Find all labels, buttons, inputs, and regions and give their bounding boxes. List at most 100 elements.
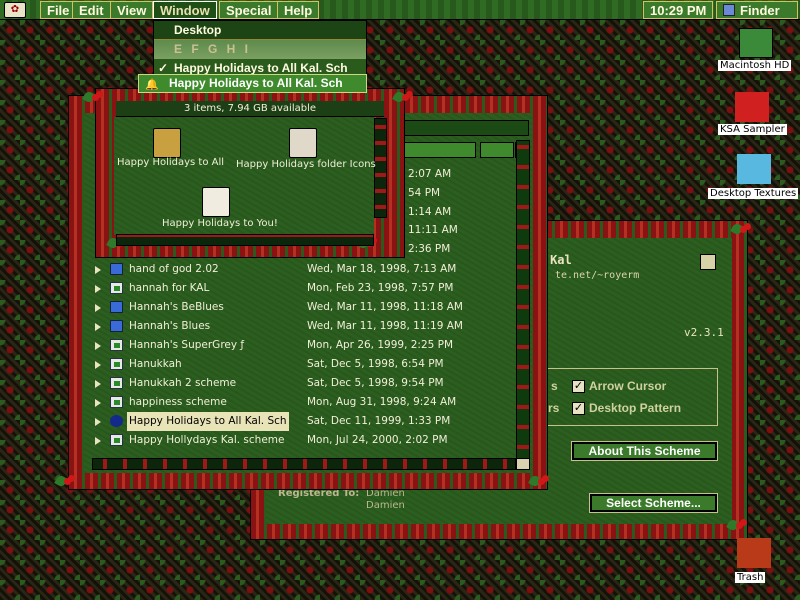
ksa-sampler-icon[interactable] xyxy=(735,92,769,122)
document-icon[interactable] xyxy=(110,339,123,351)
document-icon[interactable] xyxy=(110,434,123,446)
disclosure-triangle-icon[interactable] xyxy=(95,285,101,293)
folder-icon[interactable] xyxy=(110,301,123,313)
menu-view[interactable]: View xyxy=(110,1,154,19)
list-row[interactable]: Hanukkah 2 scheme Sat, Dec 5, 1998, 9:54 … xyxy=(92,374,522,393)
desktop-icon-label[interactable]: Macintosh HD xyxy=(718,60,792,71)
happy-holidays-to-you-icon[interactable] xyxy=(202,187,230,217)
select-scheme-button[interactable]: Select Scheme... xyxy=(589,493,718,513)
bell-icon: 🔔 xyxy=(145,79,159,91)
file-label[interactable]: Happy Holidays to All xyxy=(117,157,224,168)
folder-horizontal-scrollbar[interactable] xyxy=(116,234,374,246)
row-name[interactable]: Hanukkah xyxy=(129,355,182,374)
option-prefix: rs xyxy=(548,401,560,415)
file-label[interactable]: Happy Holidays folder Icons xyxy=(236,159,376,170)
menu-item-desktop[interactable]: Desktop xyxy=(154,21,366,40)
document-icon[interactable] xyxy=(110,358,123,370)
desktop-icon-label[interactable]: Trash xyxy=(735,572,766,583)
column-header[interactable] xyxy=(404,142,476,158)
list-row[interactable]: Hannah's BeBlues Wed, Mar 11, 1998, 11:18… xyxy=(92,298,522,317)
option-prefix: s xyxy=(551,379,558,393)
macintosh-hd-icon[interactable] xyxy=(739,28,773,58)
disclosure-triangle-icon[interactable] xyxy=(95,361,101,369)
resize-box[interactable] xyxy=(516,458,530,470)
disclosure-triangle-icon[interactable] xyxy=(95,266,101,274)
desktop-pattern-checkbox[interactable]: ✓ xyxy=(572,402,585,415)
row-name[interactable]: hand of god 2.02 xyxy=(129,260,219,279)
holly-icon xyxy=(56,474,76,488)
desktop-icon-label[interactable]: KSA Sampler xyxy=(718,124,787,135)
about-this-scheme-button[interactable]: About This Scheme xyxy=(571,441,718,461)
scheme-author-url[interactable]: te.net/~royerm xyxy=(555,270,639,281)
row-name[interactable]: Happy Holidays to All Kal. Sch xyxy=(127,412,289,431)
menubar-clock[interactable]: 10:29 PM xyxy=(643,1,714,19)
list-row[interactable]: Hanukkah Sat, Dec 5, 1998, 6:54 PM xyxy=(92,355,522,374)
menu-special[interactable]: Special xyxy=(219,1,279,19)
folder-icon[interactable] xyxy=(110,263,123,275)
row-name[interactable]: hannah for KAL xyxy=(129,279,209,298)
disclosure-triangle-icon[interactable] xyxy=(95,418,101,426)
document-icon[interactable] xyxy=(110,415,123,427)
scheme-options-group xyxy=(540,368,718,426)
list-row[interactable]: Hannah's Blues Wed, Mar 11, 1998, 11:19 A… xyxy=(92,317,522,336)
horizontal-scrollbar[interactable] xyxy=(92,458,516,470)
desktop-pattern-label: Desktop Pattern xyxy=(589,401,682,415)
list-row[interactable]: Happy Holidays to All Kal. Sch Sat, Dec 1… xyxy=(92,412,522,431)
row-date: Sat, Dec 11, 1999, 1:33 PM xyxy=(307,415,451,427)
desktop-textures-icon[interactable] xyxy=(737,154,771,184)
disclosure-triangle-icon[interactable] xyxy=(95,399,101,407)
desktop-icon-label[interactable]: Desktop Textures xyxy=(708,188,799,199)
document-icon[interactable] xyxy=(110,282,123,294)
row-date: Wed, Mar 11, 1998, 11:19 AM xyxy=(307,320,463,332)
arrow-cursor-checkbox[interactable]: ✓ xyxy=(572,380,585,393)
scheme-preview-icon[interactable] xyxy=(700,254,716,270)
menu-item-efghi[interactable]: E F G H I xyxy=(154,40,366,59)
application-menu[interactable]: Finder xyxy=(716,1,798,19)
registered-name-2: Damien xyxy=(366,500,405,511)
row-name[interactable]: Hannah's Blues xyxy=(129,317,210,336)
menu-edit[interactable]: Edit xyxy=(72,1,111,19)
finder-icon xyxy=(723,4,735,16)
holly-icon xyxy=(728,518,748,532)
apple-menu-icon[interactable]: ✿ xyxy=(4,2,26,18)
folder-icon[interactable] xyxy=(110,320,123,332)
happy-holidays-to-all-icon[interactable] xyxy=(153,128,181,158)
file-label[interactable]: Happy Holidays to You! xyxy=(162,218,278,229)
row-date: Wed, Mar 18, 1998, 7:13 AM xyxy=(307,263,457,275)
list-row[interactable]: hannah for KAL Mon, Feb 23, 1998, 7:57 PM xyxy=(92,279,522,298)
folder-vertical-scrollbar[interactable] xyxy=(374,118,387,218)
list-row[interactable]: happiness scheme Mon, Aug 31, 1998, 9:24 … xyxy=(92,393,522,412)
holly-icon xyxy=(732,222,752,236)
menu-window[interactable]: Window xyxy=(153,1,217,19)
list-row[interactable]: Hannah's SuperGrey ƒ Mon, Apr 26, 1999, 2… xyxy=(92,336,522,355)
menu-help[interactable]: Help xyxy=(277,1,320,19)
document-icon[interactable] xyxy=(110,377,123,389)
row-name[interactable]: Hanukkah 2 scheme xyxy=(129,374,236,393)
row-partial-time: 1:14 AM xyxy=(408,206,452,218)
disclosure-triangle-icon[interactable] xyxy=(95,323,101,331)
window-menu-dropdown: Desktop E F G H I ✓ Happy Holidays to All… xyxy=(153,20,367,79)
row-date: Mon, Aug 31, 1998, 9:24 AM xyxy=(307,396,457,408)
menu-file[interactable]: File xyxy=(40,1,77,19)
holly-icon xyxy=(394,90,414,104)
column-header[interactable] xyxy=(480,142,514,158)
holidays-folder-icons-icon[interactable] xyxy=(289,128,317,158)
trash-icon[interactable] xyxy=(737,538,771,568)
row-name[interactable]: Hannah's BeBlues xyxy=(129,298,224,317)
row-date: Sat, Dec 5, 1998, 9:54 PM xyxy=(307,377,444,389)
list-row[interactable]: Happy Hollydays Kal. scheme Mon, Jul 24, … xyxy=(92,431,522,450)
row-name[interactable]: Hannah's SuperGrey ƒ xyxy=(129,336,244,355)
menu-item-happy-holidays-highlighted[interactable]: 🔔 Happy Holidays to All Kal. Sch xyxy=(138,74,367,93)
menu-bar: ✿ File Edit View Window Special Help 10:… xyxy=(0,0,800,20)
row-name[interactable]: Happy Hollydays Kal. scheme xyxy=(129,431,284,450)
disclosure-triangle-icon[interactable] xyxy=(95,304,101,312)
list-row[interactable]: hand of god 2.02 Wed, Mar 18, 1998, 7:13 … xyxy=(92,260,522,279)
disclosure-triangle-icon[interactable] xyxy=(95,342,101,350)
row-name[interactable]: happiness scheme xyxy=(129,393,227,412)
row-partial-time: 2:07 AM xyxy=(408,168,452,180)
document-icon[interactable] xyxy=(110,396,123,408)
window-title-bar[interactable] xyxy=(404,120,529,136)
disclosure-triangle-icon[interactable] xyxy=(95,380,101,388)
row-date: Mon, Feb 23, 1998, 7:57 PM xyxy=(307,282,454,294)
disclosure-triangle-icon[interactable] xyxy=(95,437,101,445)
